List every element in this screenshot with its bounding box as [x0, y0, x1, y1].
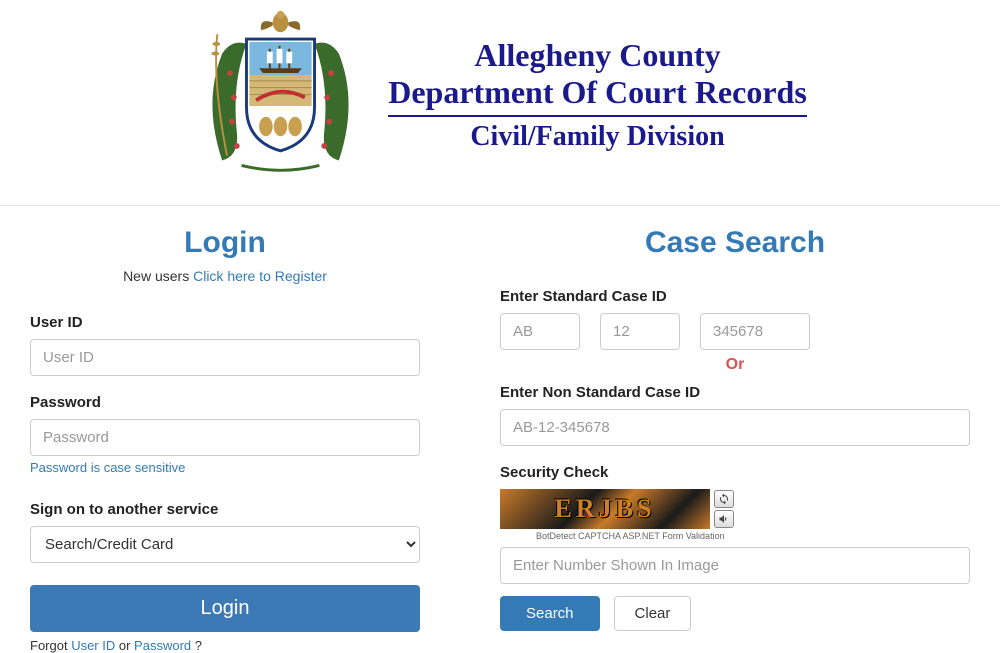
register-link[interactable]: Click here to Register: [193, 268, 327, 284]
login-section: Login New users Click here to Register U…: [30, 226, 420, 653]
or-separator: Or: [500, 356, 970, 374]
standard-caseid-label: Enter Standard Case ID: [500, 288, 970, 305]
county-seal: [193, 5, 368, 185]
login-title: Login: [30, 226, 420, 260]
newusers-prefix: New users: [123, 268, 193, 284]
captcha-image: ERJBS: [500, 489, 710, 529]
captcha-note: BotDetect CAPTCHA ASP.NET Form Validatio…: [536, 531, 970, 541]
password-hint: Password is case sensitive: [30, 460, 420, 475]
nonstandard-caseid-label: Enter Non Standard Case ID: [500, 384, 970, 401]
search-title: Case Search: [500, 226, 970, 260]
header-line1: Allegheny County: [388, 37, 807, 74]
caseid-part1-input[interactable]: [500, 313, 580, 350]
clear-button[interactable]: Clear: [614, 596, 692, 631]
userid-input[interactable]: [30, 339, 420, 376]
userid-label: User ID: [30, 314, 420, 331]
header: Allegheny County Department Of Court Rec…: [0, 0, 1000, 205]
forgot-password-link[interactable]: Password: [134, 638, 191, 653]
caseid-part3-input[interactable]: [700, 313, 810, 350]
header-line3: Civil/Family Division: [388, 121, 807, 153]
captcha-input[interactable]: [500, 547, 970, 584]
login-subtext: New users Click here to Register: [30, 268, 420, 284]
service-select[interactable]: Search/Credit Card: [30, 526, 420, 563]
forgot-line: Forgot User ID or Password ?: [30, 638, 420, 653]
search-button[interactable]: Search: [500, 596, 600, 631]
service-label: Sign on to another service: [30, 501, 420, 518]
captcha-audio-icon[interactable]: [714, 510, 734, 528]
nonstandard-caseid-input[interactable]: [500, 409, 970, 446]
security-check-label: Security Check: [500, 464, 970, 481]
password-label: Password: [30, 394, 420, 411]
header-line2: Department Of Court Records: [388, 74, 807, 111]
captcha-refresh-icon[interactable]: [714, 490, 734, 508]
caseid-part2-input[interactable]: [600, 313, 680, 350]
header-text: Allegheny County Department Of Court Rec…: [388, 37, 807, 153]
forgot-userid-link[interactable]: User ID: [71, 638, 115, 653]
header-divider: [388, 115, 807, 117]
password-input[interactable]: [30, 419, 420, 456]
search-section: Case Search Enter Standard Case ID Or En…: [500, 226, 970, 653]
